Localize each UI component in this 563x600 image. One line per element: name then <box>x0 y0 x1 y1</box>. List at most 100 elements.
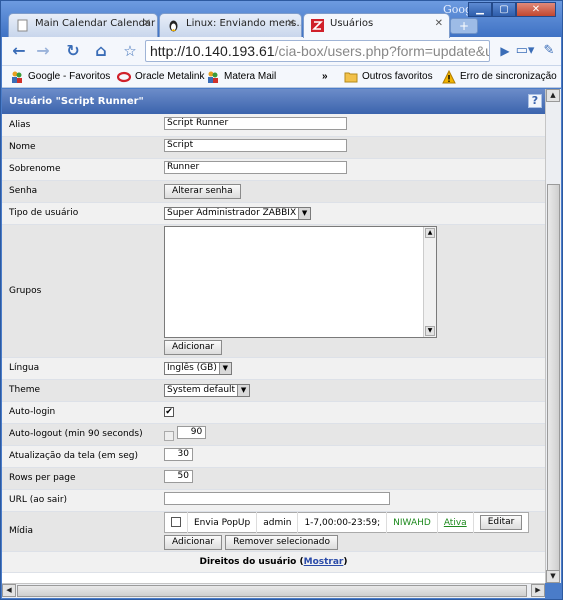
url-label: URL (ao sair) <box>2 489 160 512</box>
autologout-checkbox[interactable] <box>164 431 174 441</box>
theme-label: Theme <box>2 379 160 402</box>
bookmark-label: Matera Mail <box>224 71 277 82</box>
bookmark-label: Google - Favoritos <box>28 71 111 82</box>
media-label: Mídia <box>2 511 160 552</box>
maximize-button[interactable]: ▢ <box>492 2 516 17</box>
bookmark-google-favoritos[interactable]: Google - Favoritos <box>10 69 110 85</box>
document-icon <box>17 19 28 32</box>
scroll-left-icon[interactable]: ◀ <box>2 584 16 597</box>
new-tab-button[interactable]: + <box>450 18 478 34</box>
rights-label: Direitos do usuário ( <box>199 556 304 567</box>
alias-input[interactable]: Script Runner <box>164 116 347 130</box>
rights-row: Direitos do usuário (Mostrar) <box>2 551 545 573</box>
wrench-icon[interactable]: ✎ <box>538 41 560 61</box>
other-bookmarks[interactable]: Outros favoritos <box>344 69 433 85</box>
minimize-button[interactable]: ▁ <box>468 2 492 17</box>
surname-label: Sobrenome <box>2 158 160 181</box>
url-input[interactable] <box>164 492 390 505</box>
autologout-input[interactable]: 90 <box>177 426 207 439</box>
name-input[interactable]: Script <box>164 139 347 152</box>
media-severity: NIWAHD <box>386 512 438 533</box>
reload-icon[interactable]: ↻ <box>62 41 84 61</box>
table-row: Envia PopUp admin 1-7,00:00-23:59; NIWAH… <box>164 512 529 533</box>
zabbix-icon <box>311 19 324 32</box>
page-menu-icon[interactable]: ▭▾ <box>514 41 536 61</box>
alias-label: Alias <box>2 114 160 137</box>
bookmark-matera-mail[interactable]: Matera Mail <box>206 69 276 85</box>
rows-per-page-input[interactable]: 50 <box>164 470 193 483</box>
tab-main-calendar[interactable]: Main Calendar Calendar ✕ <box>8 13 158 37</box>
user-form: Alias Script Runner Nome Script Sobrenom… <box>2 114 545 573</box>
scroll-down-icon[interactable]: ▼ <box>425 326 435 336</box>
back-icon[interactable]: ← <box>8 41 30 61</box>
scroll-thumb[interactable] <box>17 585 527 597</box>
surname-input[interactable]: Runner <box>164 161 347 174</box>
user-type-label: Tipo de usuário <box>2 202 160 225</box>
sync-error[interactable]: Erro de sincronização <box>442 69 557 85</box>
scroll-up-icon[interactable]: ▲ <box>425 228 435 238</box>
bookmark-star-icon[interactable]: ☆ <box>119 41 141 61</box>
page-horizontal-scrollbar[interactable]: ◀ ▶ <box>2 583 545 598</box>
people-icon <box>12 71 22 83</box>
tab-close-icon[interactable]: ✕ <box>435 18 443 29</box>
media-edit-button[interactable]: Editar <box>479 515 523 530</box>
show-rights-link[interactable]: Mostrar <box>304 557 344 567</box>
scroll-down-icon[interactable]: ▼ <box>546 570 560 583</box>
address-bar[interactable]: http://10.140.193.61/cia-box/users.php?f… <box>145 40 490 62</box>
close-window-button[interactable]: ✕ <box>516 2 556 17</box>
tab-linux[interactable]: Linux: Enviando mens… ✕ <box>159 13 302 37</box>
bookmark-label: Erro de sincronização <box>460 71 557 82</box>
rows-per-page-label: Rows per page <box>2 467 160 490</box>
url-path: /cia-box/users.php?form=update&use <box>274 43 490 59</box>
browser-window: Google ▁ ▢ ✕ Main Calendar Calendar ✕ Li… <box>0 0 563 600</box>
media-table: Envia PopUp admin 1-7,00:00-23:59; NIWAH… <box>164 512 530 533</box>
help-icon[interactable]: ? <box>528 94 542 108</box>
scroll-up-icon[interactable]: ▲ <box>546 89 560 102</box>
go-icon[interactable]: ▶ <box>494 41 516 61</box>
page-vertical-scrollbar[interactable]: ▲ ▼ <box>545 89 561 583</box>
scroll-right-icon[interactable]: ▶ <box>531 584 545 597</box>
change-password-button[interactable]: Alterar senha <box>164 183 241 199</box>
groups-listbox[interactable]: ▲ ▼ <box>164 226 437 338</box>
groups-label: Grupos <box>2 224 160 358</box>
theme-select[interactable]: System default ▼ <box>164 383 251 397</box>
media-period: 1-7,00:00-23:59; <box>297 512 388 533</box>
title-bar: Google ▁ ▢ ✕ Main Calendar Calendar ✕ Li… <box>1 1 562 38</box>
autologin-checkbox[interactable]: ✔ <box>164 406 174 417</box>
groups-scrollbar[interactable]: ▲ ▼ <box>423 227 436 337</box>
nav-toolbar: ← → ↻ ⌂ ☆ http://10.140.193.61/cia-box/u… <box>2 37 561 66</box>
language-label: Língua <box>2 357 160 380</box>
forward-icon[interactable]: → <box>32 41 54 61</box>
media-status-link[interactable]: Ativa <box>444 518 467 528</box>
tab-label: Usuários <box>330 18 374 29</box>
bookmark-label: Oracle Metalink <box>135 71 205 82</box>
chevron-down-icon: ▼ <box>298 207 311 219</box>
bookmarks-overflow-button[interactable]: » <box>322 69 328 85</box>
bookmark-oracle-metalink[interactable]: Oracle Metalink <box>117 69 204 85</box>
folder-icon <box>344 72 358 83</box>
media-select-checkbox[interactable] <box>171 517 181 528</box>
name-label: Nome <box>2 136 160 159</box>
theme-value: System default <box>167 384 236 395</box>
remove-selected-button[interactable]: Remover selecionado <box>225 535 339 550</box>
language-select[interactable]: Inglês (GB) ▼ <box>164 361 232 375</box>
language-value: Inglês (GB) <box>167 362 217 373</box>
add-group-button[interactable]: Adicionar <box>164 340 223 355</box>
page-title: Usuário "Script Runner" ? <box>2 89 545 114</box>
password-label: Senha <box>2 180 160 203</box>
url-host: http://10.140.193.61 <box>150 43 275 59</box>
home-icon[interactable]: ⌂ <box>90 41 112 61</box>
autologin-label: Auto-login <box>2 401 160 424</box>
autologout-label: Auto-logout (min 90 seconds) <box>2 423 160 446</box>
user-type-value: Super Administrador ZABBIX <box>167 207 297 218</box>
people-icon <box>208 71 218 83</box>
scroll-thumb[interactable] <box>547 184 560 576</box>
tab-close-icon[interactable]: ✕ <box>287 18 295 29</box>
add-media-button[interactable]: Adicionar <box>164 535 223 550</box>
refresh-input[interactable]: 30 <box>164 448 193 461</box>
chevron-down-icon: ▼ <box>218 362 231 374</box>
tab-close-icon[interactable]: ✕ <box>143 18 151 29</box>
user-type-select[interactable]: Super Administrador ZABBIX ▼ <box>164 206 312 220</box>
page-title-text: Usuário "Script Runner" <box>9 96 144 107</box>
tab-usuarios[interactable]: Usuários ✕ <box>303 13 450 38</box>
